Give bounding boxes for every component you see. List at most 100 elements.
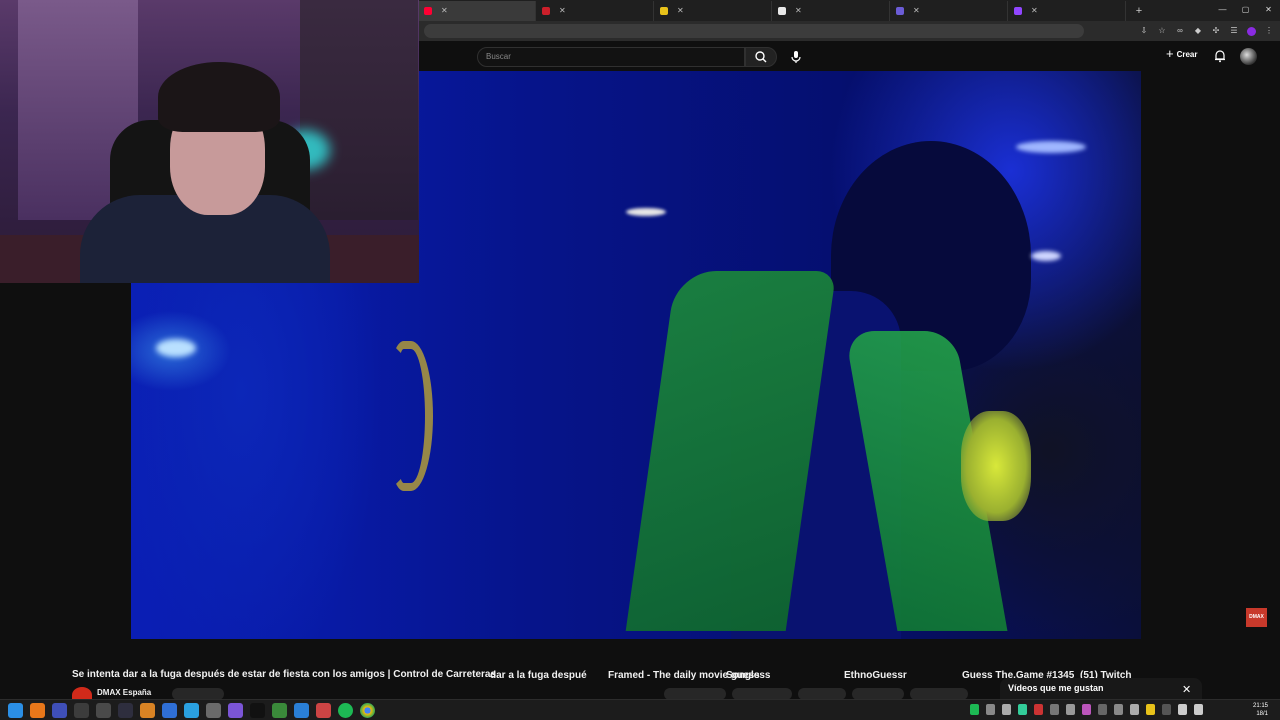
app-icon[interactable] (118, 703, 133, 718)
tray-icon[interactable] (1130, 704, 1139, 715)
close-icon[interactable]: ✕ (559, 6, 566, 15)
video-yellow-object (961, 411, 1031, 521)
app-icon[interactable] (184, 703, 199, 718)
streamer-hair (158, 62, 280, 132)
tab-youtube[interactable]: dar a la fuga despué ✕ (418, 0, 587, 681)
app-icon[interactable] (74, 703, 89, 718)
app-icon[interactable] (140, 703, 155, 718)
install-icon[interactable]: ⇩ (1139, 23, 1149, 39)
reading-list-icon[interactable]: ☰ (1229, 23, 1239, 39)
youtube-icon (424, 6, 432, 15)
clock-date: 18/1 (1256, 711, 1268, 717)
video-title: Se intenta dar a la fuga después de esta… (72, 669, 497, 680)
create-label: Crear (1176, 49, 1198, 59)
ethnoguessr-icon (778, 6, 786, 15)
dmax-watermark: DMAX (1246, 608, 1267, 627)
tray-icon[interactable] (986, 704, 995, 715)
close-icon[interactable]: ✕ (1031, 6, 1038, 15)
new-tab-button[interactable]: + (1132, 4, 1146, 18)
window-controls: — ▢ ✕ (1211, 0, 1280, 20)
tray-icon[interactable] (1162, 704, 1171, 715)
tray-icon[interactable] (1146, 704, 1155, 715)
create-button[interactable]: + Crear (1166, 46, 1198, 61)
search-icon (755, 51, 767, 63)
tray-icon[interactable] (1002, 704, 1011, 715)
channel-name[interactable]: DMAX España (97, 688, 151, 697)
close-icon[interactable]: ✕ (913, 6, 920, 15)
app-icon[interactable] (228, 703, 243, 718)
app-icon[interactable] (250, 703, 265, 718)
menu-icon[interactable]: ⋮ (1264, 23, 1274, 39)
songless-icon (660, 6, 668, 15)
screen: DMAX dar a la fuga despué ✕ Framed - The… (0, 0, 1280, 720)
wifi-icon[interactable] (1178, 704, 1187, 715)
profile-icon[interactable] (1247, 27, 1256, 36)
app-icon[interactable] (52, 703, 67, 718)
liked-videos-title: Vídeos que me gustan (1008, 683, 1104, 693)
tray-icon[interactable] (1082, 704, 1091, 715)
taskbar-clock[interactable]: 21:15 18/1 (1253, 702, 1268, 718)
tray-icon[interactable] (1050, 704, 1059, 715)
app-icon[interactable] (316, 703, 331, 718)
guess-the-game-icon (896, 6, 904, 15)
extension-icon[interactable]: ◆ (1193, 23, 1203, 39)
close-icon[interactable]: ✕ (441, 6, 448, 15)
tab-guess-the-game[interactable]: Guess The.Game #1345 ✕ (890, 0, 1074, 681)
shelf (300, 0, 418, 220)
tab-strip: dar a la fuga despué ✕ Framed - The dail… (418, 0, 1280, 681)
app-icon[interactable] (272, 703, 287, 718)
tray-icon[interactable] (1034, 704, 1043, 715)
app-icon[interactable] (206, 703, 221, 718)
bookmark-star-icon[interactable]: ☆ (1157, 23, 1167, 39)
app-icon[interactable] (96, 703, 111, 718)
search-icon[interactable] (30, 703, 45, 718)
tray-icon[interactable] (1018, 704, 1027, 715)
tab-twitch[interactable]: (51) Twitch ✕ (1008, 0, 1131, 681)
account-avatar[interactable] (1240, 48, 1257, 65)
video-light (626, 208, 666, 216)
tab-title: Songless (726, 669, 771, 681)
twitch-icon (1014, 6, 1022, 15)
notifications-bell-icon[interactable] (1213, 49, 1227, 63)
tab-framed[interactable]: Framed - The daily movie guess ✕ (536, 0, 760, 681)
windows-taskbar: 21:15 18/1 (0, 699, 1280, 720)
clock-time: 21:15 (1252, 703, 1268, 709)
close-icon[interactable]: ✕ (795, 6, 802, 15)
video-light (1031, 251, 1061, 261)
youtube-masthead: Buscar + Crear (418, 41, 1280, 71)
plus-icon: + (1166, 46, 1174, 61)
system-tray (970, 704, 1203, 715)
close-window-icon[interactable]: ✕ (1257, 0, 1280, 20)
tray-icon[interactable] (1066, 704, 1075, 715)
tray-icon[interactable] (970, 704, 979, 715)
tab-title: dar a la fuga despué (490, 669, 587, 681)
volume-icon[interactable] (1194, 704, 1203, 715)
tab-songless[interactable]: Songless ✕ (654, 0, 772, 681)
spotify-icon[interactable] (338, 703, 353, 718)
search-input[interactable]: Buscar (477, 47, 745, 67)
chrome-icon[interactable] (360, 703, 375, 718)
tab-ethnoguessr[interactable]: EthnoGuessr ✕ (772, 0, 907, 681)
maximize-icon[interactable]: ▢ (1234, 0, 1257, 20)
extension-icon[interactable]: ∞ (1175, 23, 1185, 39)
tab-title: EthnoGuessr (844, 669, 907, 681)
app-icon[interactable] (162, 703, 177, 718)
address-bar-row: ⇩ ☆ ∞ ◆ ✣ ☰ ⋮ (418, 21, 1280, 41)
tray-icon[interactable] (1098, 704, 1107, 715)
toolbar-icons: ⇩ ☆ ∞ ◆ ✣ ☰ ⋮ (1139, 23, 1274, 39)
close-icon[interactable]: ✕ (677, 6, 684, 15)
taskbar-apps (8, 703, 375, 718)
video-light (156, 339, 196, 357)
extensions-puzzle-icon[interactable]: ✣ (1211, 23, 1221, 39)
video-handle (389, 341, 433, 491)
microphone-icon[interactable] (788, 49, 804, 65)
app-icon[interactable] (294, 703, 309, 718)
close-icon[interactable]: ✕ (1182, 684, 1191, 696)
minimize-icon[interactable]: — (1211, 0, 1234, 20)
tray-icon[interactable] (1114, 704, 1123, 715)
video-light (1016, 141, 1086, 153)
windows-start-icon[interactable] (8, 703, 23, 718)
framed-icon (542, 6, 550, 15)
search-button[interactable] (745, 47, 777, 67)
address-bar[interactable] (424, 24, 1084, 38)
